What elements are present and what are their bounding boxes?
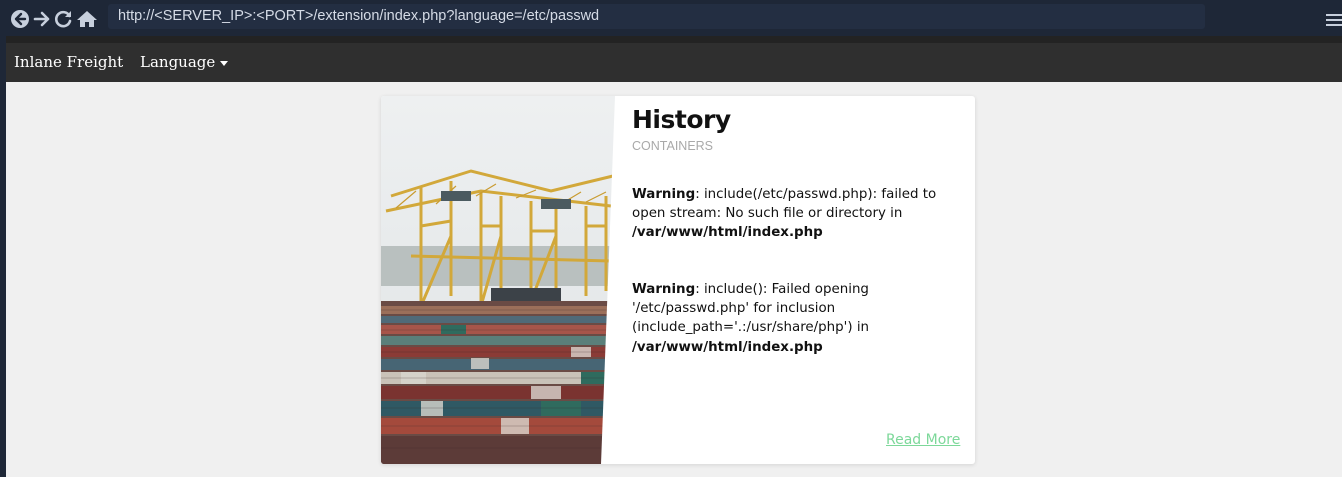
warning-path: /var/www/html/index.php (632, 339, 823, 355)
read-more-link[interactable]: Read More (886, 432, 960, 448)
language-dropdown[interactable]: Language (140, 53, 229, 71)
caret-down-icon (220, 60, 229, 66)
forward-icon[interactable] (32, 9, 52, 29)
browser-toolbar: http://<SERVER_IP>:<PORT>/extension/inde… (0, 0, 1342, 36)
warning-label: Warning (632, 282, 696, 297)
warning-path: /var/www/html/index.php (632, 225, 823, 241)
reload-icon[interactable] (54, 9, 74, 29)
navbar-top-border (6, 36, 1342, 43)
home-icon[interactable] (76, 9, 98, 29)
back-icon[interactable] (10, 9, 30, 29)
php-warning-2: Warning: include(): Failed opening '/etc… (632, 280, 962, 357)
history-card: History CONTAINERS Warning: include(/etc… (381, 96, 975, 464)
language-label: Language (140, 53, 216, 71)
window-edge (0, 36, 6, 477)
url-input[interactable]: http://<SERVER_IP>:<PORT>/extension/inde… (108, 4, 1205, 29)
container-port-image (381, 96, 621, 464)
site-navbar: Inlane Freight Language (6, 43, 1342, 82)
brand-link[interactable]: Inlane Freight (14, 53, 123, 71)
warning-label: Warning (632, 187, 696, 202)
php-warning-1: Warning: include(/etc/passwd.php): faile… (632, 185, 962, 243)
menu-icon[interactable] (1326, 14, 1342, 30)
card-title: History (632, 105, 731, 134)
card-subtitle: CONTAINERS (632, 139, 714, 153)
